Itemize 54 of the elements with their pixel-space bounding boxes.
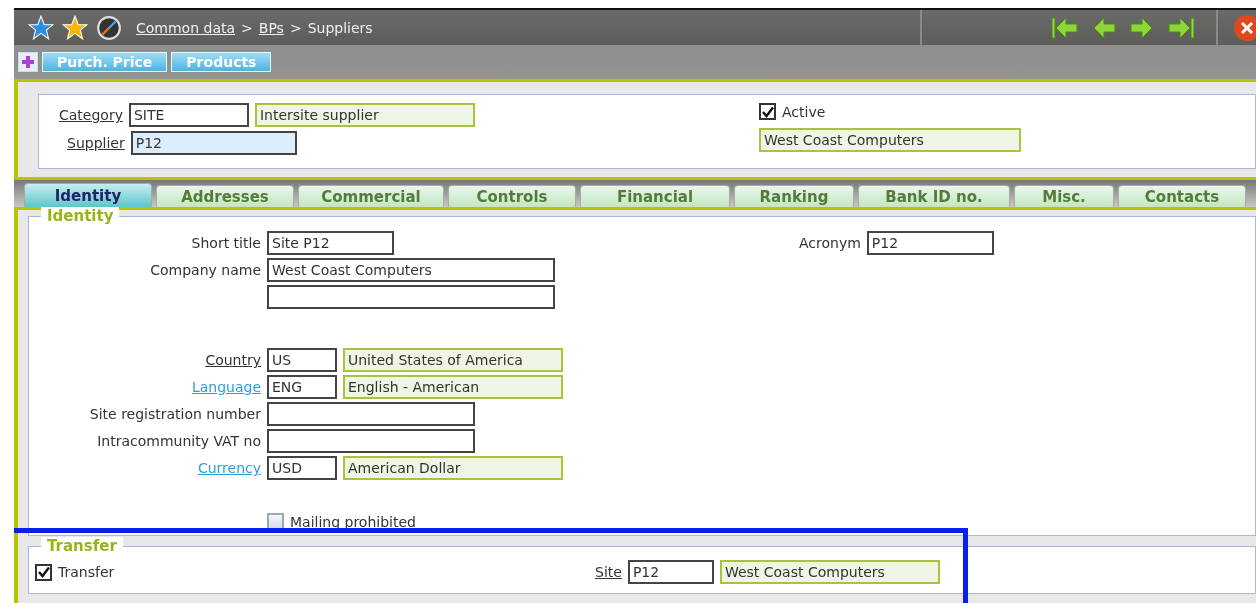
tab[interactable]: Financial [580,185,730,207]
input-field[interactable] [267,402,475,426]
input-field[interactable]: West Coast Computers [267,258,555,282]
close-icon[interactable] [1232,12,1256,43]
breadcrumb-current: Suppliers [307,19,373,36]
site-code-field[interactable]: P12 [627,560,714,584]
tab[interactable]: Commercial [298,185,444,207]
input-field[interactable] [267,285,555,309]
field-label: Intracommunity VAT no [97,433,261,449]
field-label[interactable]: Country [205,352,261,368]
checkbox-label: Mailing prohibited [290,513,416,530]
tab[interactable]: Addresses [156,185,294,207]
breadcrumb-separator: > [241,19,253,36]
input-field[interactable]: US [267,348,337,372]
input-field[interactable] [267,429,475,453]
description-field[interactable]: English - American [343,375,563,399]
first-record-icon[interactable] [1052,15,1080,40]
section-title: Identity [41,207,120,225]
tab[interactable]: Identity [24,183,152,207]
field-label: Site registration number [89,406,261,422]
supplier-name-field[interactable]: West Coast Computers [759,128,1021,152]
star-icon[interactable] [62,14,88,41]
supplier-code-field[interactable]: P12 [130,131,297,155]
last-record-icon[interactable] [1166,15,1194,40]
checkbox-label: Transfer [58,564,115,580]
input-field[interactable]: ENG [267,375,337,399]
tab[interactable]: Contacts [1118,185,1246,207]
active-checkbox[interactable] [759,103,776,120]
breadcrumb-separator: > [289,19,302,36]
checkbox-label: Active [782,103,826,120]
add-icon[interactable] [18,52,38,72]
description-field[interactable]: American Dollar [343,456,563,480]
compass-icon[interactable] [96,14,122,41]
tab[interactable]: Ranking [734,185,854,207]
field-label[interactable]: Site [595,564,622,580]
field-label: Acronym [799,235,861,251]
tab[interactable]: Bank ID no. [858,185,1010,207]
category-description-field[interactable]: Intersite supplier [254,103,475,127]
breadcrumb-link[interactable]: BPs [258,19,284,36]
input-field[interactable]: Site P12 [267,231,394,255]
input-field[interactable]: USD [267,456,337,480]
favorites-star-icon[interactable] [28,14,54,41]
field-label: Company name [150,262,261,278]
field-label: Short title [191,235,261,251]
transfer-checkbox[interactable] [35,563,52,581]
field-label[interactable]: Supplier [67,135,125,151]
category-code-field[interactable]: SITE [128,103,249,127]
tab[interactable]: Controls [448,185,576,207]
field-label[interactable]: Category [59,107,123,123]
acronym-field[interactable]: P12 [866,231,994,255]
breadcrumb-link[interactable]: Common data [136,19,236,36]
description-field[interactable]: United States of America [343,348,563,372]
tab[interactable]: Misc. [1014,185,1114,207]
site-description-field[interactable]: West Coast Computers [719,560,940,584]
